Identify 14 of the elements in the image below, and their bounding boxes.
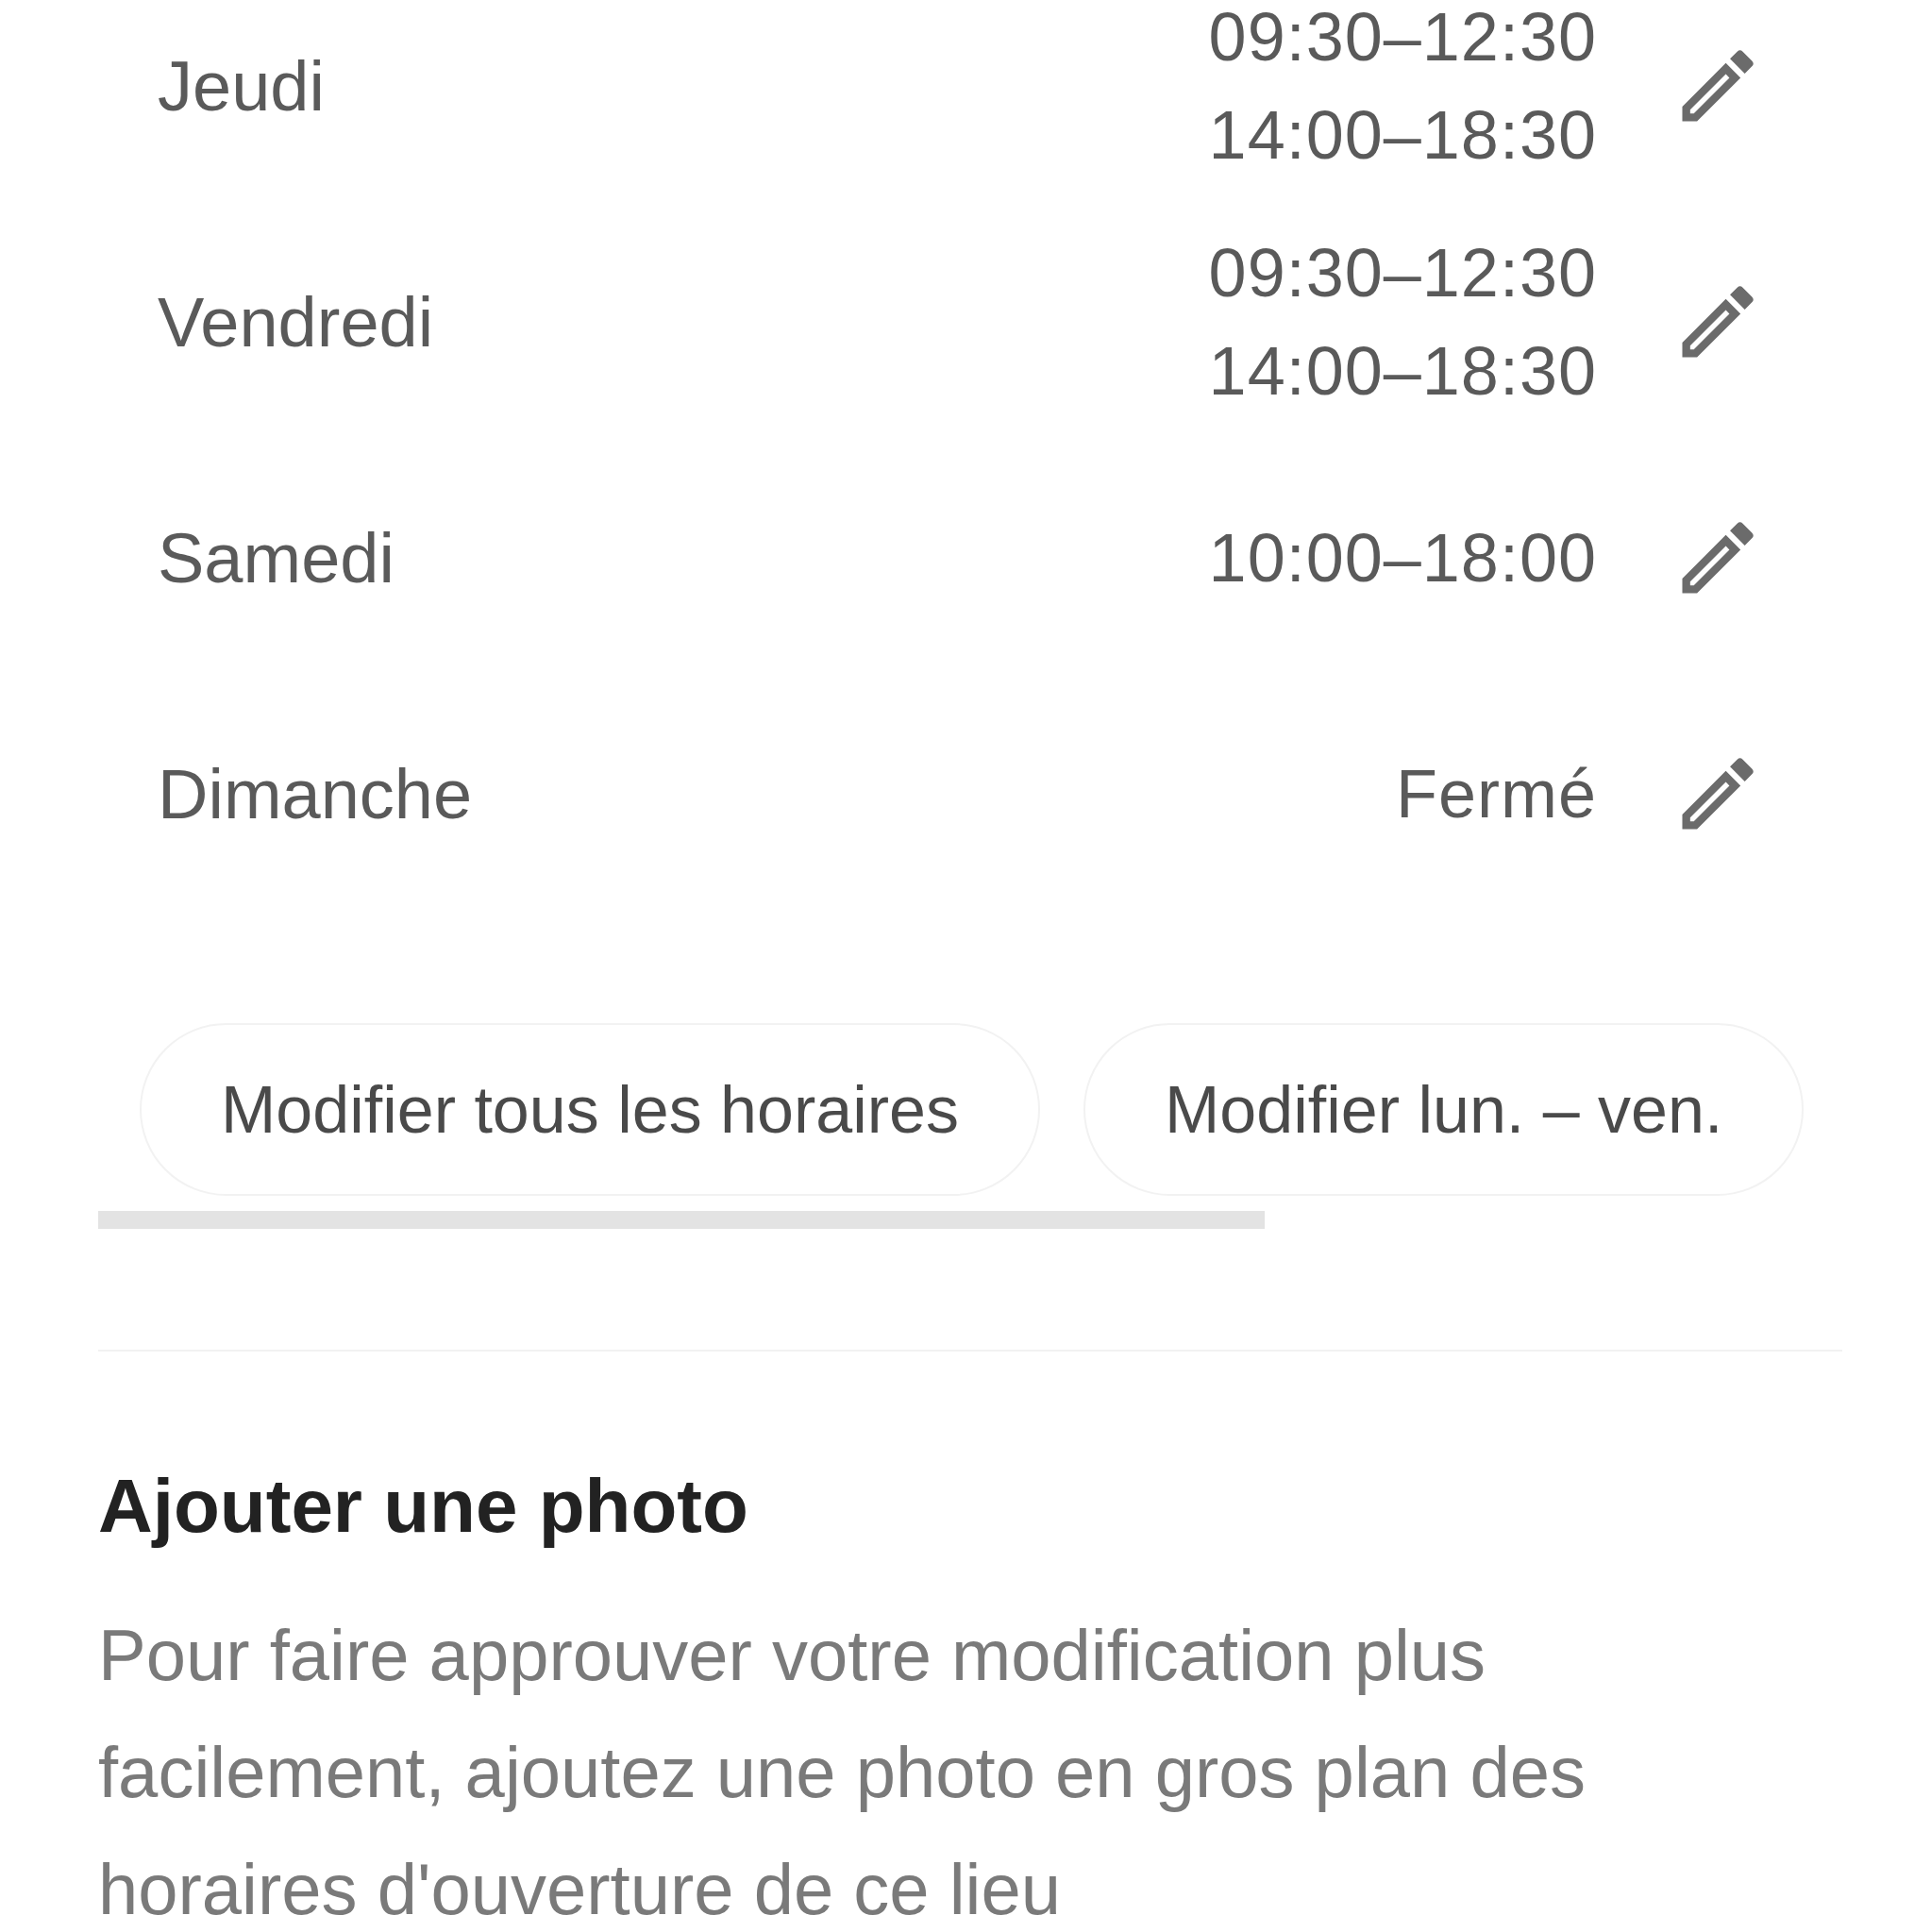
hours-text: 09:30–12:30 xyxy=(1208,0,1597,76)
hours-text: 14:00–18:30 xyxy=(1208,332,1597,411)
section-description: Pour faire approuver votre modification plus facilement, ajoutez une photo en gros plan des horaires d'ouverture de ce lieu xyxy=(98,1614,1587,1931)
hours-text: 09:30–12:30 xyxy=(1208,234,1597,312)
day-label: Jeudi xyxy=(158,45,326,126)
section-title: Ajouter une photo xyxy=(98,1463,749,1550)
hours-text: 14:00–18:30 xyxy=(1208,96,1597,175)
day-label: Dimanche xyxy=(158,753,474,834)
day-label: Vendredi xyxy=(158,281,435,362)
day-label: Samedi xyxy=(158,517,395,598)
edit-hours-button[interactable]: Modifier lun. – ven. xyxy=(1083,1023,1805,1196)
edit-hours-button[interactable]: Modifier tous les horaires xyxy=(140,1023,1040,1196)
hours-text: 10:00–18:00 xyxy=(1208,519,1597,597)
hours-text: Fermé xyxy=(1395,755,1597,833)
